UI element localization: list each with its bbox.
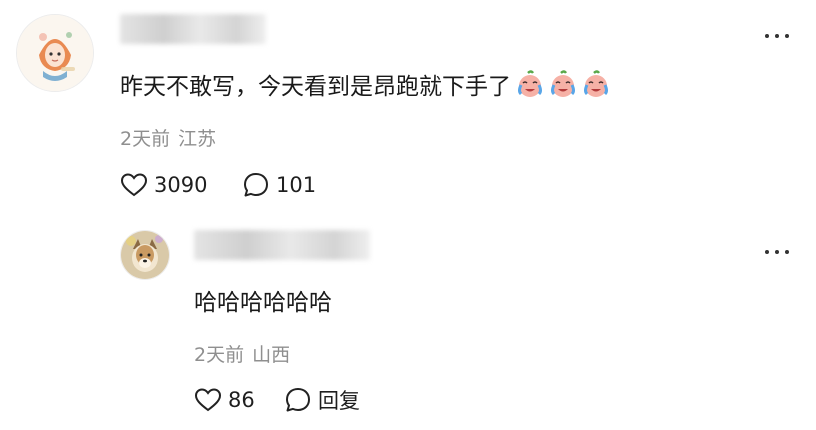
more-dot-icon xyxy=(765,250,769,254)
reply-text: 哈哈哈哈哈哈 xyxy=(194,290,332,316)
replier-username-blurred[interactable] xyxy=(194,230,370,260)
comment-reply-count: 101 xyxy=(276,173,317,197)
heart-outline-icon xyxy=(120,173,148,197)
comment-location: 江苏 xyxy=(178,128,217,150)
reply-reply-button[interactable]: 回复 xyxy=(284,385,360,415)
crying-emoji-group xyxy=(515,69,611,99)
comment-meta: 2天前 江苏 xyxy=(120,124,216,151)
reply-body: 哈哈哈哈哈哈 xyxy=(194,284,332,316)
more-dot-icon xyxy=(765,34,769,38)
commenter-username-blurred[interactable] xyxy=(120,14,266,44)
reply-like-button[interactable]: 86 xyxy=(194,385,255,415)
comment-reply-button[interactable]: 101 xyxy=(242,170,316,200)
crying-face-emoji-icon xyxy=(518,70,542,97)
speech-bubble-icon xyxy=(244,173,268,197)
comment-like-count: 3090 xyxy=(154,173,208,197)
comment-more-button[interactable] xyxy=(765,34,789,38)
reply-location: 山西 xyxy=(252,344,291,366)
commenter-avatar[interactable] xyxy=(16,14,94,92)
comment-time: 2天前 xyxy=(120,128,171,150)
crying-face-emoji-icon xyxy=(584,70,608,97)
dog-avatar-image xyxy=(121,231,169,279)
heart-outline-icon xyxy=(194,388,222,412)
reply-more-button[interactable] xyxy=(765,250,789,254)
more-dot-icon xyxy=(785,250,789,254)
reply-reply-label: 回复 xyxy=(318,389,360,413)
comment-like-button[interactable]: 3090 xyxy=(120,170,207,200)
more-dot-icon xyxy=(775,250,779,254)
more-dot-icon xyxy=(785,34,789,38)
speech-bubble-icon xyxy=(286,388,310,412)
anime-girl-avatar-image xyxy=(17,15,93,91)
comment-text: 昨天不敢写，今天看到是昂跑就下手了 xyxy=(120,74,511,100)
replier-avatar[interactable] xyxy=(120,230,170,280)
reply-like-count: 86 xyxy=(228,388,255,412)
crying-face-emoji-icon xyxy=(551,70,575,97)
reply-meta: 2天前 山西 xyxy=(194,340,290,367)
more-dot-icon xyxy=(775,34,779,38)
reply-time: 2天前 xyxy=(194,344,245,366)
comment-body: 昨天不敢写，今天看到是昂跑就下手了 xyxy=(120,68,611,100)
